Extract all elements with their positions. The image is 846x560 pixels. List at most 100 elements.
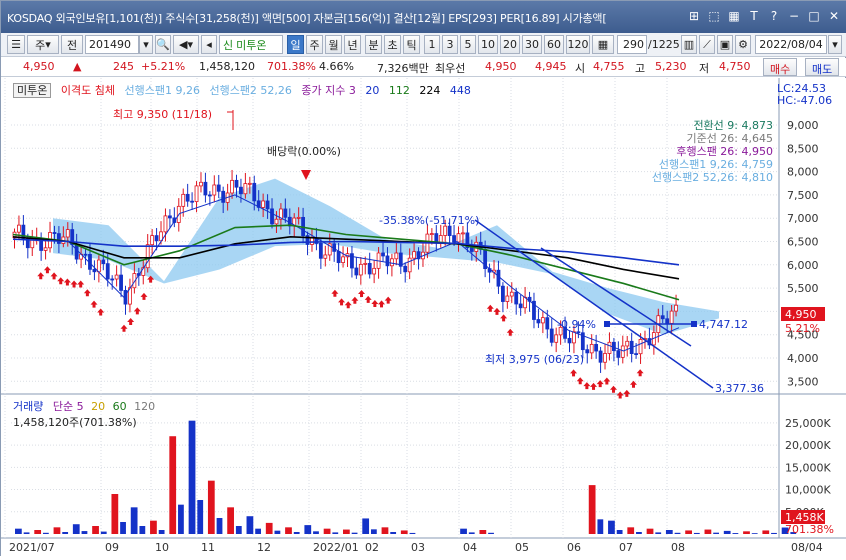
count-input[interactable]: 290 bbox=[617, 35, 647, 54]
period-day[interactable]: 일 bbox=[287, 35, 304, 54]
minute-120[interactable]: 120 bbox=[566, 35, 590, 54]
period-tick[interactable]: 틱 bbox=[403, 35, 420, 54]
restore-icon[interactable]: ⬚ bbox=[705, 7, 723, 25]
prev-stock-icon[interactable]: ◂ bbox=[201, 35, 217, 54]
candle-body bbox=[469, 247, 474, 252]
speaker-icon[interactable]: ◀▾ bbox=[173, 35, 199, 54]
grid-icon[interactable]: ▦ bbox=[725, 7, 743, 25]
candle-body bbox=[496, 269, 501, 287]
candle-body bbox=[456, 233, 461, 243]
volume-bar bbox=[488, 532, 494, 534]
legend-vol-ma5[interactable]: 단순 5 bbox=[53, 400, 84, 413]
period-month[interactable]: 월 bbox=[325, 35, 342, 54]
legend-stock-name[interactable]: 미투온 bbox=[13, 83, 52, 98]
candle-body bbox=[505, 295, 510, 302]
y-tick-label: 7,000 bbox=[787, 212, 819, 225]
date-dropdown-icon[interactable]: ▾ bbox=[828, 35, 842, 54]
volume-bar bbox=[743, 531, 750, 534]
menu-icon[interactable]: ☰ bbox=[7, 35, 25, 54]
legend-item-ma20[interactable]: 20 bbox=[365, 84, 379, 97]
candle-body bbox=[17, 224, 21, 233]
candle-body bbox=[274, 218, 279, 225]
minute-60[interactable]: 60 bbox=[544, 35, 564, 54]
candle-body bbox=[190, 200, 195, 203]
period-year[interactable]: 년 bbox=[344, 35, 361, 54]
candle-body bbox=[509, 291, 514, 297]
minute-1[interactable]: 1 bbox=[424, 35, 440, 54]
lagging-span-label: 후행스팬 26: 4,950 bbox=[676, 145, 773, 158]
price-chart-svg[interactable]: 9,000 8,500 8,000 7,500 7,000 6,500 6,000 5,500… bbox=[1, 78, 846, 557]
prev-button[interactable]: 전 bbox=[61, 35, 83, 54]
save-icon[interactable]: ▣ bbox=[717, 35, 733, 54]
period-week[interactable]: 주 bbox=[306, 35, 323, 54]
candle-body bbox=[634, 353, 638, 356]
draw-icon[interactable]: ⟋ bbox=[699, 35, 715, 54]
candle-body bbox=[447, 225, 452, 236]
candle-body bbox=[52, 232, 57, 234]
legend-vol-ma60[interactable]: 60 bbox=[113, 400, 127, 413]
period-minute[interactable]: 분 bbox=[365, 35, 382, 54]
volume-bar bbox=[409, 532, 416, 534]
candle-body bbox=[585, 349, 590, 354]
legend-item-ma224[interactable]: 224 bbox=[419, 84, 440, 97]
period-second[interactable]: 초 bbox=[384, 35, 401, 54]
legend-item-ma448[interactable]: 448 bbox=[450, 84, 471, 97]
legend-vol-ma120[interactable]: 120 bbox=[134, 400, 155, 413]
legend-item-lead2[interactable]: 선행스팬2 52,26 bbox=[209, 84, 291, 97]
volume-bar bbox=[246, 516, 254, 534]
layout-icon[interactable]: ⊞ bbox=[685, 7, 703, 25]
minute-30[interactable]: 30 bbox=[522, 35, 542, 54]
candle-body bbox=[381, 252, 385, 257]
legend-volume[interactable]: 거래량 bbox=[13, 400, 43, 413]
code-dropdown-icon[interactable]: ▾ bbox=[139, 35, 153, 54]
buy-button[interactable]: 매수 bbox=[763, 58, 798, 76]
high-label: 고 bbox=[635, 62, 646, 75]
toolbar: ☰ 주 ▾ 전 201490 ▾ 🔍 ◀▾ ◂ 신 미투온 일 주 월 년 분 초… bbox=[1, 33, 846, 57]
x-tick-label: 10 bbox=[155, 541, 169, 554]
chart-area[interactable]: 9,000 8,500 8,000 7,500 7,000 6,500 6,000 5,500… bbox=[1, 78, 846, 557]
maximize-icon[interactable]: □ bbox=[805, 7, 823, 25]
date-input[interactable]: 2022/08/04 bbox=[755, 35, 827, 54]
x-tick-label: 08 bbox=[671, 541, 685, 554]
volume-bar bbox=[274, 530, 281, 534]
minute-3[interactable]: 3 bbox=[442, 35, 458, 54]
sell-button[interactable]: 매도 bbox=[805, 58, 840, 76]
x-tick-label: 03 bbox=[411, 541, 425, 554]
calendar-icon[interactable]: ▦ bbox=[592, 35, 614, 54]
volume-bar bbox=[704, 529, 712, 534]
legend-item-disparity[interactable]: 이격도 침체 bbox=[61, 84, 115, 97]
candle-body bbox=[358, 263, 363, 276]
help-icon[interactable]: ? bbox=[765, 7, 783, 25]
legend-vol-ma20[interactable]: 20 bbox=[91, 400, 105, 413]
legend-item-lead1[interactable]: 선행스팬1 9,26 bbox=[124, 84, 199, 97]
candle-body bbox=[74, 244, 79, 260]
minute-10[interactable]: 10 bbox=[478, 35, 498, 54]
code-input[interactable]: 201490 bbox=[85, 35, 139, 54]
candle-body bbox=[230, 179, 234, 194]
candle-body bbox=[243, 183, 248, 195]
legend-item-ma112[interactable]: 112 bbox=[389, 84, 410, 97]
candle-body bbox=[203, 181, 208, 196]
volume-bar bbox=[627, 527, 635, 534]
search-icon[interactable]: 🔍 bbox=[155, 35, 171, 54]
settings-icon[interactable]: ⚙ bbox=[735, 35, 751, 54]
candle-body bbox=[221, 190, 226, 203]
volume-bar bbox=[351, 532, 358, 534]
volume-bar bbox=[381, 527, 389, 534]
x-tick-label: 12 bbox=[257, 541, 271, 554]
candle-body bbox=[500, 285, 505, 302]
leading-span2-label: 선행스팬2 52,26: 4,810 bbox=[652, 171, 773, 184]
legend-item-close[interactable]: 종가 지수 3 bbox=[301, 84, 355, 97]
minimize-icon[interactable]: − bbox=[785, 7, 803, 25]
trade-amount: 7,326백만 bbox=[377, 62, 429, 75]
minute-5[interactable]: 5 bbox=[460, 35, 476, 54]
zoom-icon[interactable]: ▥ bbox=[681, 35, 697, 54]
hline-handle-left[interactable] bbox=[604, 321, 610, 327]
candle-body bbox=[549, 328, 554, 343]
hline-handle-right[interactable] bbox=[691, 321, 697, 327]
minute-20[interactable]: 20 bbox=[500, 35, 520, 54]
close-icon[interactable]: ✕ bbox=[825, 7, 843, 25]
scope-select[interactable]: 주 ▾ bbox=[27, 35, 59, 54]
text-icon[interactable]: T bbox=[745, 7, 763, 25]
candle-body bbox=[389, 258, 394, 267]
